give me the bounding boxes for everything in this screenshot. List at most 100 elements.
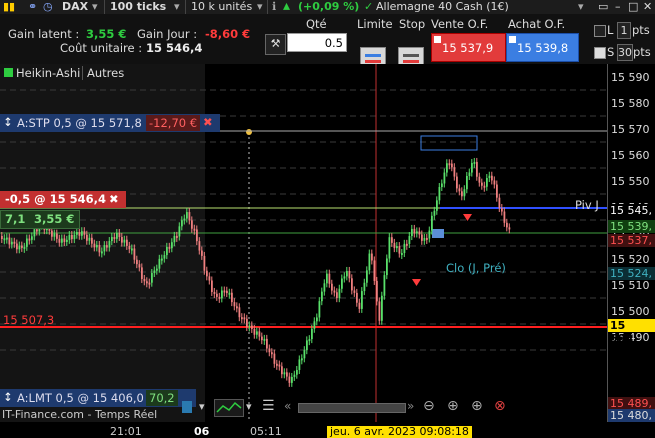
candle — [73, 234, 76, 240]
chevron-down-icon[interactable]: ▾ — [578, 0, 584, 14]
price-chart[interactable]: Heikin-Ashi Autres ↕ A:STP 0,5 @ 15 571,… — [0, 64, 607, 422]
candle — [61, 238, 63, 243]
candle — [496, 184, 498, 198]
close-icon[interactable]: ✖ — [109, 192, 119, 206]
close-icon[interactable]: ✖ — [203, 115, 213, 129]
candle — [413, 228, 416, 234]
symbol-select[interactable]: DAX — [62, 0, 88, 14]
link-icon[interactable]: ⚭ — [28, 0, 37, 14]
pencil-icon[interactable] — [182, 401, 192, 413]
l-checkbox[interactable] — [594, 25, 606, 37]
price-axis[interactable]: 15 59015 58015 57015 56015 55015 54015 5… — [607, 64, 655, 422]
heikin-ashi-icon — [4, 68, 13, 77]
candle — [213, 291, 216, 294]
gain-jour-value: -8,60 € — [205, 27, 251, 41]
minimize-icon[interactable]: – — [615, 0, 621, 14]
settings-icon[interactable]: ⚒ — [265, 34, 286, 55]
zoom-icon[interactable]: ⊕ — [447, 398, 459, 414]
period-select[interactable]: 100 ticks — [110, 0, 166, 14]
size-select[interactable]: 10 k unités — [191, 0, 252, 14]
quantity-input[interactable] — [287, 33, 347, 52]
info-icon[interactable]: ℹ — [272, 0, 276, 14]
sell-button[interactable]: 15 537,9 — [431, 33, 506, 62]
l-pts-input[interactable]: 1 — [617, 22, 631, 39]
candle — [396, 246, 398, 249]
candle — [191, 220, 193, 229]
candle — [256, 331, 258, 335]
candle — [426, 237, 428, 240]
scroll-left-icon[interactable]: « — [284, 399, 291, 413]
candle — [341, 278, 343, 289]
chevron-down-icon[interactable]: ▾ — [92, 0, 98, 14]
candle — [66, 239, 68, 242]
candle — [56, 233, 58, 239]
candle — [311, 328, 313, 340]
price-box-current: 15 508, — [608, 319, 655, 345]
candle — [348, 270, 351, 279]
zoom-out-icon[interactable]: ⊖ — [423, 398, 435, 414]
time-axis[interactable]: 21:01 06 05:11 jeu. 6 avr. 2023 09:08:18 — [0, 422, 655, 438]
candle — [133, 248, 136, 260]
price-tick-label: 15 590 — [611, 71, 650, 84]
candle — [318, 301, 321, 318]
entry-marker — [432, 229, 444, 238]
price-tick-label: 15 520 — [611, 253, 650, 266]
stop-order-tag[interactable]: ↕ A:STP 0,5 @ 15 571,8 -12,70 € ✖ — [0, 114, 220, 132]
scroll-right-icon[interactable]: » — [407, 399, 414, 413]
candle — [301, 358, 303, 361]
stop-order-pl: -12,70 € — [146, 115, 201, 131]
stop-label: Stop — [399, 17, 426, 31]
menu-icon[interactable]: ▮▮ — [3, 0, 15, 14]
reset-zoom-icon[interactable]: ⊗ — [494, 398, 506, 414]
candle — [103, 245, 106, 252]
buy-price: 15 539,8 — [517, 41, 569, 55]
drag-handle-icon[interactable]: ↕ — [3, 115, 13, 129]
candle — [33, 229, 36, 237]
candle — [146, 281, 148, 284]
candle — [173, 235, 176, 243]
chevron-down-icon[interactable]: ▾ — [246, 400, 252, 413]
horizontal-scrollbar[interactable] — [298, 403, 406, 413]
autres-button[interactable]: Autres — [82, 66, 124, 80]
price-tick-label: 15 570 — [611, 123, 650, 136]
candle — [471, 162, 473, 173]
candle — [241, 317, 243, 320]
position-tag[interactable]: -0,5 @ 15 546,4 ✖ — [0, 191, 126, 208]
zoom-in-icon[interactable]: ⊕ — [471, 398, 483, 414]
candle — [218, 296, 221, 299]
chevron-down-icon[interactable]: ▾ — [257, 0, 263, 14]
candle — [468, 172, 471, 176]
candle — [438, 187, 441, 201]
buy-button[interactable]: 15 539,8 — [506, 33, 579, 62]
candle — [208, 276, 211, 281]
candle — [253, 328, 256, 335]
candle — [98, 245, 101, 253]
candle — [353, 290, 356, 293]
candle — [388, 237, 391, 259]
check-icon: ✓ — [364, 0, 374, 13]
close-icon[interactable]: ✕ — [643, 0, 652, 14]
position-gain-tag: 7,1 3,55 € — [0, 210, 80, 229]
candle — [156, 268, 158, 271]
candle — [53, 233, 56, 237]
clock-icon[interactable]: ◷ — [43, 0, 53, 14]
candle — [106, 245, 108, 248]
candle — [281, 366, 283, 375]
candle — [446, 163, 448, 173]
chevron-down-icon[interactable]: ▾ — [199, 400, 205, 413]
candle — [126, 239, 128, 246]
chart-type-icon[interactable] — [214, 399, 244, 417]
list-icon[interactable]: ☰ — [262, 398, 275, 414]
candle — [366, 270, 368, 283]
s-checkbox[interactable] — [594, 47, 606, 59]
window-menu-icon[interactable]: ▭ — [598, 0, 608, 14]
chevron-down-icon[interactable]: ▾ — [174, 0, 180, 14]
candle — [163, 255, 166, 259]
maximize-icon[interactable]: □ — [628, 0, 638, 14]
position-points: 7,1 — [5, 212, 26, 226]
s-pts-input[interactable]: 30 — [617, 44, 633, 61]
candle — [268, 348, 271, 353]
candle — [176, 235, 178, 238]
up-arrow-icon: ▴ — [283, 0, 291, 14]
candle — [236, 306, 238, 309]
